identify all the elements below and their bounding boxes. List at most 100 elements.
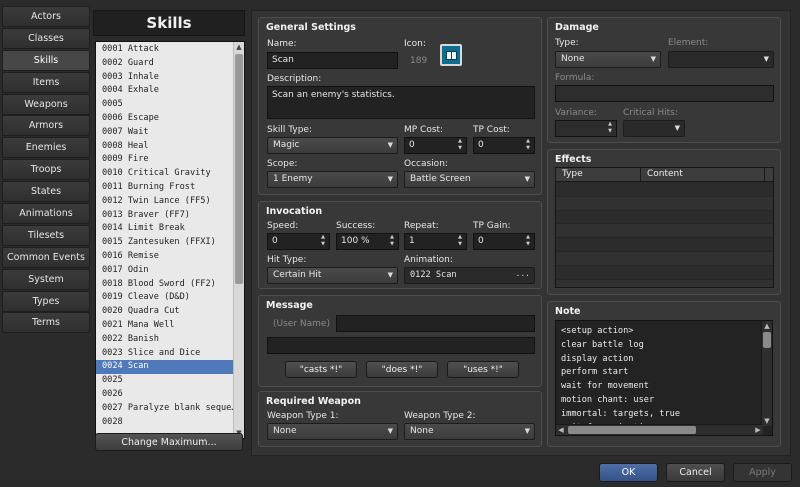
list-item[interactable]: 0015 Zantesuken (FFXI) bbox=[96, 236, 234, 250]
tab-skills[interactable]: Skills bbox=[2, 49, 90, 71]
list-item[interactable]: 0027 Paralyze blank seque… bbox=[96, 402, 234, 416]
list-item[interactable]: 0023 Slice and Dice bbox=[96, 347, 234, 361]
scope-select[interactable]: 1 Enemy ▼ bbox=[267, 171, 398, 188]
list-scrollbar[interactable]: ▲ ▼ bbox=[233, 42, 244, 438]
list-item[interactable]: 0011 Burning Frost bbox=[96, 181, 234, 195]
table-row[interactable] bbox=[556, 252, 773, 266]
list-item[interactable]: 0001 Attack bbox=[96, 43, 234, 57]
formula-input[interactable] bbox=[555, 85, 774, 102]
weapon-type-1-select[interactable]: None ▼ bbox=[267, 423, 398, 440]
note-hscrollbar[interactable]: ◀ ▶ bbox=[556, 424, 763, 435]
list-item[interactable]: 0020 Quadra Cut bbox=[96, 305, 234, 319]
tab-animations[interactable]: Animations bbox=[2, 203, 90, 225]
list-item[interactable]: 0024 Scan bbox=[96, 360, 234, 375]
spinner-arrows-icon[interactable]: ▲ ▼ bbox=[456, 138, 464, 152]
list-item[interactable]: 0026 bbox=[96, 388, 234, 402]
tab-system[interactable]: System bbox=[2, 268, 90, 290]
list-item[interactable]: 0022 Banish bbox=[96, 333, 234, 347]
list-item[interactable]: 0006 Escape bbox=[96, 112, 234, 126]
list-item[interactable]: 0012 Twin Lance (FF5) bbox=[96, 195, 234, 209]
tab-items[interactable]: Items bbox=[2, 71, 90, 93]
success-spinner[interactable]: 100 % ▲ ▼ bbox=[336, 233, 399, 250]
tab-common-events[interactable]: Common Events bbox=[2, 246, 90, 268]
list-item[interactable]: 0018 Blood Sword (FF2) bbox=[96, 278, 234, 292]
scroll-left-icon[interactable]: ◀ bbox=[556, 425, 566, 435]
repeat-spinner[interactable]: 1 ▲ ▼ bbox=[404, 233, 467, 250]
list-item[interactable]: 0009 Fire bbox=[96, 153, 234, 167]
spinner-arrows-icon[interactable]: ▲ ▼ bbox=[606, 121, 614, 135]
list-item[interactable]: 0028 bbox=[96, 416, 234, 430]
name-input[interactable]: Scan bbox=[267, 52, 398, 69]
column-header-content[interactable]: Content bbox=[641, 168, 765, 182]
ok-button[interactable]: OK bbox=[599, 463, 658, 482]
scroll-thumb[interactable] bbox=[235, 54, 243, 284]
table-row[interactable] bbox=[556, 196, 773, 211]
list-item[interactable]: 0004 Exhale bbox=[96, 84, 234, 98]
message-line-2-input[interactable] bbox=[267, 337, 535, 354]
table-row[interactable] bbox=[556, 265, 773, 280]
does-button[interactable]: "does *!" bbox=[366, 361, 438, 378]
cancel-button[interactable]: Cancel bbox=[666, 463, 725, 482]
list-item[interactable]: 0025 bbox=[96, 374, 234, 388]
spinner-arrows-icon[interactable]: ▲ ▼ bbox=[319, 234, 327, 248]
scroll-right-icon[interactable]: ▶ bbox=[753, 425, 763, 435]
spinner-arrows-icon[interactable]: ▲ ▼ bbox=[524, 138, 532, 152]
table-row[interactable] bbox=[556, 279, 773, 287]
description-input[interactable]: Scan an enemy's statistics. bbox=[267, 86, 535, 119]
table-row[interactable] bbox=[556, 210, 773, 225]
scroll-up-icon[interactable]: ▲ bbox=[234, 42, 244, 52]
spinner-arrows-icon[interactable]: ▲ ▼ bbox=[524, 234, 532, 248]
hit-type-select[interactable]: Certain Hit ▼ bbox=[267, 267, 398, 284]
table-row[interactable] bbox=[556, 224, 773, 239]
tab-armors[interactable]: Armors bbox=[2, 115, 90, 137]
spinner-arrows-icon[interactable]: ▲ ▼ bbox=[456, 234, 464, 248]
list-item[interactable]: 0008 Heal bbox=[96, 140, 234, 154]
message-line-1-input[interactable] bbox=[336, 315, 535, 332]
scroll-down-icon[interactable]: ▼ bbox=[762, 416, 772, 426]
table-row[interactable] bbox=[556, 238, 773, 252]
element-select[interactable]: ▼ bbox=[668, 51, 774, 68]
note-textarea[interactable]: <setup action> clear battle log display ac… bbox=[555, 320, 773, 436]
spinner-arrows-icon[interactable]: ▲ ▼ bbox=[388, 234, 396, 248]
variance-spinner[interactable]: ▲ ▼ bbox=[555, 120, 617, 137]
list-item[interactable]: 0017 Odin bbox=[96, 264, 234, 278]
icon-picker[interactable] bbox=[440, 44, 462, 66]
list-item[interactable]: 0016 Remise bbox=[96, 250, 234, 264]
tp-gain-spinner[interactable]: 0 ▲ ▼ bbox=[473, 233, 535, 250]
occasion-select[interactable]: Battle Screen ▼ bbox=[404, 171, 535, 188]
list-item[interactable]: 0003 Inhale bbox=[96, 71, 234, 85]
casts-button[interactable]: "casts *!" bbox=[285, 361, 357, 378]
list-item[interactable]: 0007 Wait bbox=[96, 126, 234, 140]
tab-tilesets[interactable]: Tilesets bbox=[2, 224, 90, 246]
scroll-up-icon[interactable]: ▲ bbox=[762, 321, 772, 331]
note-vscrollbar[interactable]: ▲ ▼ bbox=[761, 321, 772, 426]
column-header-type[interactable]: Type bbox=[556, 168, 641, 182]
skill-type-select[interactable]: Magic ▼ bbox=[267, 137, 398, 154]
effects-table[interactable]: Type Content bbox=[555, 167, 774, 288]
list-item[interactable]: 0019 Cleave (D&D) bbox=[96, 291, 234, 305]
tab-weapons[interactable]: Weapons bbox=[2, 93, 90, 115]
apply-button[interactable]: Apply bbox=[733, 463, 792, 482]
mp-cost-spinner[interactable]: 0 ▲ ▼ bbox=[404, 137, 467, 154]
speed-spinner[interactable]: 0 ▲ ▼ bbox=[267, 233, 330, 250]
tab-actors[interactable]: Actors bbox=[2, 6, 90, 27]
weapon-type-2-select[interactable]: None ▼ bbox=[404, 423, 535, 440]
skill-list[interactable]: 0001 Attack 0002 Guard 0003 Inhale 0004 Exh… bbox=[95, 41, 245, 439]
scroll-thumb[interactable] bbox=[568, 426, 696, 434]
list-item[interactable]: 0013 Braver (FF7) bbox=[96, 209, 234, 223]
tab-enemies[interactable]: Enemies bbox=[2, 137, 90, 159]
list-item[interactable]: 0010 Critical Gravity bbox=[96, 167, 234, 181]
tp-cost-spinner[interactable]: 0 ▲ ▼ bbox=[473, 137, 535, 154]
list-item[interactable]: 0005 bbox=[96, 98, 234, 112]
tab-troops[interactable]: Troops bbox=[2, 159, 90, 181]
list-item[interactable]: 0014 Limit Break bbox=[96, 222, 234, 236]
uses-button[interactable]: "uses *!" bbox=[447, 361, 519, 378]
list-item[interactable]: 0021 Mana Well bbox=[96, 319, 234, 333]
critical-hits-select[interactable]: ▼ bbox=[623, 120, 685, 137]
tab-states[interactable]: States bbox=[2, 181, 90, 203]
tab-classes[interactable]: Classes bbox=[2, 27, 90, 49]
tab-terms[interactable]: Terms bbox=[2, 312, 90, 334]
animation-picker[interactable]: 0122 Scan ··· bbox=[404, 267, 535, 284]
scroll-thumb[interactable] bbox=[763, 332, 771, 348]
change-maximum-button[interactable]: Change Maximum... bbox=[95, 433, 243, 451]
